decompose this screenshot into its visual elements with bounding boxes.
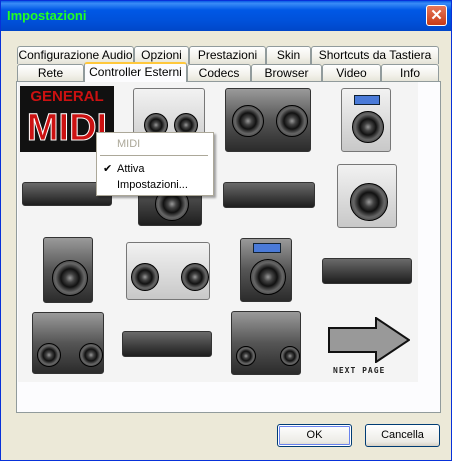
menu-item-label: Attiva [117, 163, 145, 175]
menu-item-label: Impostazioni... [117, 179, 188, 191]
settings-window: Impostazioni ✕ Configurazione Audio Opzi… [0, 0, 452, 461]
controller-image-dual-cd-rack[interactable] [322, 258, 412, 284]
controller-image-mixer-controller[interactable] [231, 311, 301, 375]
close-button[interactable]: ✕ [426, 5, 447, 26]
tab-label: Video [336, 66, 367, 80]
menu-item-attiva[interactable]: ✔ Attiva [97, 161, 213, 177]
close-icon: ✕ [430, 7, 443, 24]
tab-skin[interactable]: Skin [266, 46, 311, 64]
svg-text:GENERAL: GENERAL [30, 88, 103, 105]
checkmark-icon: ✔ [103, 163, 113, 175]
tab-controller-esterni[interactable]: Controller Esterni [84, 62, 187, 82]
controller-image-cd-deck[interactable] [337, 164, 397, 228]
tab-label: Info [399, 66, 420, 80]
tab-label: Shortcuts da Tastiera [318, 48, 432, 62]
tab-label: Controller Esterni [89, 65, 182, 79]
tab-label: Prestazioni [197, 48, 258, 62]
controller-image-compact-controller[interactable] [32, 312, 104, 374]
tab-label: Skin [276, 48, 301, 62]
menu-item-impostazioni[interactable]: Impostazioni... [97, 177, 213, 193]
midi-context-menu: MIDI ✔ Attiva Impostazioni... [96, 132, 214, 196]
tab-video[interactable]: Video [322, 64, 381, 82]
controller-image-white-controller[interactable] [126, 242, 210, 300]
tab-label: Codecs [198, 66, 240, 80]
controller-image-cd-player[interactable] [341, 88, 391, 152]
tab-shortcuts[interactable]: Shortcuts da Tastiera [311, 46, 439, 64]
tab-codecs[interactable]: Codecs [187, 64, 251, 82]
controller-image-mixer-deck[interactable] [225, 88, 311, 152]
title-bar[interactable]: Impostazioni ✕ [1, 1, 451, 31]
controller-image-dual-deck-rack[interactable] [122, 331, 212, 357]
tab-label: Configurazione Audio [18, 48, 133, 62]
controller-image-dual-rack[interactable] [223, 182, 315, 208]
next-page-label[interactable]: NEXT PAGE [333, 366, 385, 375]
tab-rete[interactable]: Rete [17, 64, 84, 82]
window-title: Impostazioni [7, 8, 87, 23]
ok-button[interactable]: OK [277, 424, 352, 447]
tab-browser[interactable]: Browser [251, 64, 322, 82]
controller-image-media-player[interactable] [240, 238, 292, 302]
menu-header-label: MIDI [117, 138, 141, 150]
menu-separator [100, 155, 208, 156]
tab-prestazioni[interactable]: Prestazioni [189, 46, 266, 64]
cancel-button[interactable]: Cancella [365, 424, 440, 447]
next-page-arrow-icon[interactable] [328, 317, 410, 363]
controller-image-tabletop-player[interactable] [43, 237, 93, 303]
tab-label: Rete [37, 66, 64, 80]
tab-info[interactable]: Info [381, 64, 439, 82]
menu-header-midi: MIDI [97, 136, 213, 152]
tab-label: Browser [264, 66, 309, 80]
tab-label: Opzioni [141, 48, 182, 62]
